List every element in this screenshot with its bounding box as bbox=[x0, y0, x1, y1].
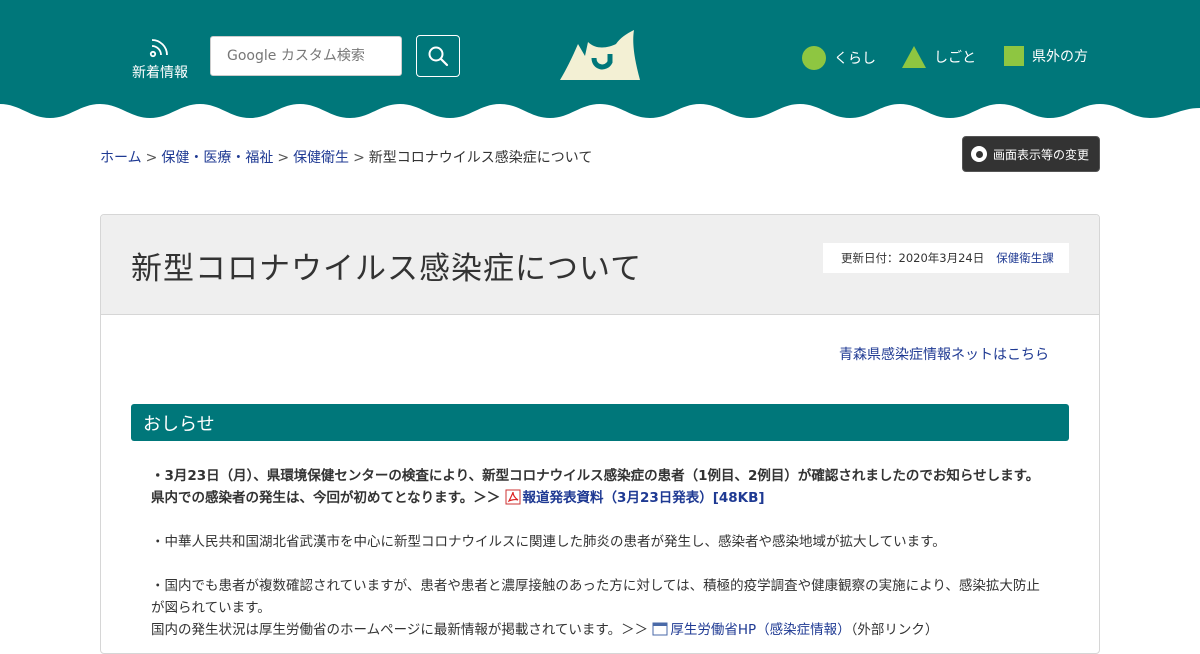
notice-item: 国内の発生状況は厚生労働省のホームページに最新情報が掲載されています。＞＞ 厚生… bbox=[151, 619, 1051, 641]
window-icon bbox=[652, 622, 668, 636]
card-header: 新型コロナウイルス感染症について 更新日付：2020年3月24日 保健衛生課 bbox=[101, 215, 1099, 315]
notice-text: ・国内でも患者が複数確認されていますが、患者や患者と濃厚接触のあった方に対しては… bbox=[151, 578, 1040, 616]
search-button[interactable] bbox=[416, 35, 460, 77]
breadcrumb-health-welfare[interactable]: 保健・医療・福祉 bbox=[161, 150, 273, 166]
breadcrumb: ホーム > 保健・医療・福祉 > 保健衛生 > 新型コロナウイルス感染症について bbox=[100, 147, 592, 167]
breadcrumb-home[interactable]: ホーム bbox=[100, 150, 142, 166]
page-title: 新型コロナウイルス感染症について bbox=[131, 251, 643, 287]
search-icon bbox=[428, 46, 449, 67]
circle-icon bbox=[802, 46, 826, 70]
notice-item: ・3月23日（月）、県環境保健センターの検査により、新型コロナウイルス感染症の患… bbox=[151, 465, 1051, 509]
radio-dot-icon bbox=[971, 146, 987, 162]
square-icon bbox=[1004, 46, 1024, 66]
notice-text: ・中華人民共和国湖北省武漢市を中心に新型コロナウイルスに関連した肺炎の患者が発生… bbox=[151, 534, 946, 550]
section-heading-label: おしらせ bbox=[143, 413, 215, 435]
prefecture-logo[interactable] bbox=[558, 28, 642, 82]
press-release-link[interactable]: 報道発表資料（3月23日発表）[48KB] bbox=[523, 490, 765, 506]
notice-body: ・3月23日（月）、県環境保健センターの検査により、新型コロナウイルス感染症の患… bbox=[151, 465, 1051, 653]
news-link[interactable]: 新着情報 bbox=[130, 36, 190, 82]
mhlw-link[interactable]: 厚生労働省HP（感染症情報） bbox=[670, 622, 850, 638]
category-kurashi[interactable]: くらし bbox=[802, 46, 876, 70]
breadcrumb-separator: > bbox=[277, 150, 290, 166]
display-settings-button[interactable]: 画面表示等の変更 bbox=[962, 136, 1100, 172]
breadcrumb-separator: > bbox=[145, 150, 158, 166]
site-header: 新着情報 くらし しごと 県外の方 bbox=[0, 0, 1200, 122]
department-link[interactable]: 保健衛生課 bbox=[996, 250, 1054, 266]
notice-item: ・中華人民共和国湖北省武漢市を中心に新型コロナウイルスに関連した肺炎の患者が発生… bbox=[151, 531, 1051, 553]
search-input[interactable] bbox=[210, 36, 402, 76]
category-label: くらし bbox=[834, 51, 876, 67]
triangle-icon bbox=[902, 46, 926, 68]
display-settings-label: 画面表示等の変更 bbox=[993, 147, 1090, 162]
category-visitors[interactable]: 県外の方 bbox=[1004, 46, 1088, 66]
news-label: 新着情報 bbox=[132, 65, 188, 81]
notice-item: ・国内でも患者が複数確認されていますが、患者や患者と濃厚接触のあった方に対しては… bbox=[151, 575, 1051, 619]
category-shigoto[interactable]: しごと bbox=[902, 46, 976, 68]
external-link-note: （外部リンク） bbox=[850, 622, 939, 638]
breadcrumb-health-hygiene[interactable]: 保健衛生 bbox=[293, 150, 349, 166]
content-card: 新型コロナウイルス感染症について 更新日付：2020年3月24日 保健衛生課 青… bbox=[100, 214, 1100, 654]
category-label: しごと bbox=[934, 50, 976, 66]
pdf-icon bbox=[505, 489, 521, 505]
update-info: 更新日付：2020年3月24日 保健衛生課 bbox=[823, 243, 1069, 273]
infection-info-link[interactable]: 青森県感染症情報ネットはこちら bbox=[839, 344, 1049, 364]
category-label: 県外の方 bbox=[1032, 49, 1088, 65]
updated-date: 更新日付：2020年3月24日 bbox=[841, 251, 985, 265]
breadcrumb-current: 新型コロナウイルス感染症について bbox=[368, 150, 593, 166]
rss-icon bbox=[149, 39, 168, 58]
notice-text: 国内の発生状況は厚生労働省のホームページに最新情報が掲載されています。＞＞ bbox=[151, 622, 649, 638]
section-heading: おしらせ bbox=[131, 404, 1069, 441]
breadcrumb-separator: > bbox=[353, 150, 365, 166]
